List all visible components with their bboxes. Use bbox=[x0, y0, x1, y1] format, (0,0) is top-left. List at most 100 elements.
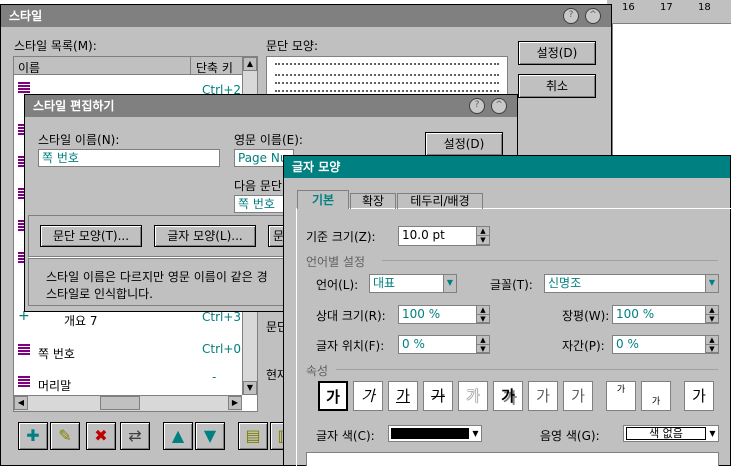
position-input[interactable]: 0 % ▲ ▼ bbox=[398, 335, 490, 354]
list-item-name: 쪽 번호 bbox=[38, 347, 75, 361]
tab-border-bg-label: 테두리/배경 bbox=[410, 194, 470, 208]
width-ratio-label: 장평(W): bbox=[562, 309, 610, 323]
dropdown-arrow-icon[interactable]: ▼ bbox=[470, 426, 481, 441]
list-item-shortcut: Ctrl+0 bbox=[202, 342, 242, 356]
spacing-label: 자간(P): bbox=[562, 339, 605, 353]
help-icon[interactable]: ? bbox=[469, 98, 485, 114]
edit-style-button[interactable]: ✎ bbox=[50, 422, 80, 450]
base-size-label: 기준 크기(Z): bbox=[306, 230, 376, 244]
preview-box bbox=[306, 452, 719, 466]
column-name-header[interactable]: 이름 bbox=[18, 59, 40, 76]
spacing-value: 0 % bbox=[616, 337, 639, 351]
attr-section-divider bbox=[336, 369, 718, 370]
next-style-label: 다음 문단 bbox=[234, 179, 282, 193]
ruler-number-18: 18 bbox=[698, 2, 711, 13]
char-shape-title: 글자 모양 bbox=[292, 160, 341, 174]
position-spinner[interactable]: ▲ ▼ bbox=[476, 336, 489, 353]
tab-basic[interactable]: 기본 bbox=[297, 190, 349, 209]
attr-section-label: 속성 bbox=[306, 364, 329, 378]
font-label: 글꼴(T): bbox=[490, 278, 533, 292]
width-ratio-input[interactable]: 100 % ▲ ▼ bbox=[612, 305, 719, 324]
shade-color-select[interactable]: 색 없음 ▼ bbox=[623, 425, 719, 442]
add-style-button[interactable]: ✚ bbox=[18, 422, 48, 450]
spacing-spinner[interactable]: ▲ ▼ bbox=[705, 336, 718, 353]
list-item[interactable]: 머리말 - bbox=[14, 370, 242, 394]
style-edit-title: 스타일 편집하기 bbox=[33, 99, 115, 113]
shade-color-swatch: 색 없음 bbox=[626, 427, 706, 440]
width-ratio-spinner[interactable]: ▲ ▼ bbox=[705, 306, 718, 323]
position-value: 0 % bbox=[402, 337, 425, 351]
close-icon[interactable]: ^ bbox=[491, 98, 507, 114]
underline-button[interactable]: 가 bbox=[388, 381, 418, 411]
relative-size-value: 100 % bbox=[402, 307, 441, 321]
base-size-input[interactable]: 10.0 pt ▲ ▼ bbox=[398, 226, 490, 246]
language-label: 언어(L): bbox=[316, 278, 359, 292]
superscript-button[interactable]: 가 bbox=[606, 381, 636, 411]
lang-section-label: 언어별 설정 bbox=[306, 255, 366, 269]
move-up-button[interactable]: ▲ bbox=[163, 422, 193, 450]
style-name-label: 스타일 이름(N): bbox=[38, 133, 120, 147]
style-list-icon bbox=[18, 344, 30, 356]
style-list-label: 스타일 목록(M): bbox=[14, 39, 97, 53]
delete-style-button[interactable]: ✖ bbox=[86, 422, 116, 450]
style-list-icon bbox=[18, 376, 30, 388]
tab-basic-label: 기본 bbox=[311, 193, 335, 207]
import-style-button[interactable]: ▤ bbox=[238, 422, 268, 450]
main-set-button[interactable]: 설정(D) bbox=[518, 41, 596, 65]
style-name-input[interactable]: 쪽 번호 bbox=[38, 149, 220, 167]
shadow-button[interactable]: 가 bbox=[493, 381, 523, 411]
base-size-value: 10.0 pt bbox=[402, 228, 445, 242]
replace-style-button[interactable]: ⇄ bbox=[120, 422, 150, 450]
list-item-name: 머리말 bbox=[38, 379, 72, 393]
tab-extended[interactable]: 확장 bbox=[350, 193, 396, 209]
style-edit-titlebar: 스타일 편집하기 ? ^ bbox=[25, 95, 517, 117]
scroll-up-icon[interactable]: ▲ bbox=[243, 57, 257, 71]
engrave-button[interactable]: 가 bbox=[563, 381, 593, 411]
strikethrough-button[interactable]: 가 bbox=[423, 381, 453, 411]
bold-button[interactable]: 가 bbox=[318, 381, 348, 411]
normal-button[interactable]: 가 bbox=[684, 381, 714, 411]
dropdown-arrow-icon[interactable]: ▼ bbox=[705, 275, 718, 292]
font-select[interactable]: 신명조 ▼ bbox=[544, 274, 719, 293]
close-icon[interactable]: ^ bbox=[585, 8, 601, 24]
hscroll-thumb[interactable] bbox=[100, 396, 140, 410]
base-size-spinner[interactable]: ▲ ▼ bbox=[476, 227, 489, 245]
lang-section-divider bbox=[382, 260, 718, 261]
scroll-left-icon[interactable]: ◀ bbox=[14, 396, 28, 410]
tab-extended-label: 확장 bbox=[361, 194, 385, 208]
relative-size-label: 상대 크기(R): bbox=[316, 309, 386, 323]
style-window-titlebar: 스타일 ? ^ bbox=[1, 5, 611, 27]
font-value: 신명조 bbox=[548, 276, 582, 290]
text-color-swatch bbox=[391, 428, 469, 439]
dropdown-arrow-icon[interactable]: ▼ bbox=[443, 275, 456, 292]
style-list-icon bbox=[18, 82, 30, 94]
scroll-right-icon[interactable]: ▶ bbox=[228, 396, 242, 410]
ruler-number-16: 16 bbox=[622, 2, 635, 13]
main-cancel-button[interactable]: 취소 bbox=[518, 74, 596, 98]
outline-button[interactable]: 가 bbox=[458, 381, 488, 411]
tab-border-bg[interactable]: 테두리/배경 bbox=[397, 193, 483, 209]
subscript-button[interactable]: 가 bbox=[641, 381, 671, 411]
relative-size-input[interactable]: 100 % ▲ ▼ bbox=[398, 305, 490, 324]
move-down-button[interactable]: ▼ bbox=[195, 422, 225, 450]
scroll-down-icon[interactable]: ▼ bbox=[243, 381, 257, 395]
char-shape-titlebar: 글자 모양 bbox=[284, 156, 730, 178]
edit-set-button[interactable]: 설정(D) bbox=[425, 132, 503, 156]
italic-button[interactable]: 가 bbox=[353, 381, 383, 411]
position-label: 글자 위치(F): bbox=[316, 339, 385, 353]
language-value: 대표 bbox=[373, 276, 396, 290]
language-select[interactable]: 대표 ▼ bbox=[369, 274, 457, 293]
relative-size-spinner[interactable]: ▲ ▼ bbox=[476, 306, 489, 323]
style-window-title: 스타일 bbox=[9, 9, 43, 23]
dropdown-arrow-icon[interactable]: ▼ bbox=[707, 426, 718, 441]
shade-color-label: 음영 색(G): bbox=[540, 429, 600, 443]
emboss-button[interactable]: 가 bbox=[528, 381, 558, 411]
help-icon[interactable]: ? bbox=[563, 8, 579, 24]
column-shortcut-header[interactable]: 단축 키 bbox=[196, 59, 233, 76]
text-color-select[interactable]: ▼ bbox=[388, 425, 482, 442]
char-shape-button[interactable]: 글자 모양(L)... bbox=[154, 225, 256, 247]
message-line-2: 스타일로 인식합니다. bbox=[46, 287, 153, 301]
spacing-input[interactable]: 0 % ▲ ▼ bbox=[612, 335, 719, 354]
paragraph-shape-button[interactable]: 문단 모양(T)... bbox=[40, 225, 142, 247]
list-item[interactable]: 쪽 번호 Ctrl+0 bbox=[14, 340, 242, 362]
